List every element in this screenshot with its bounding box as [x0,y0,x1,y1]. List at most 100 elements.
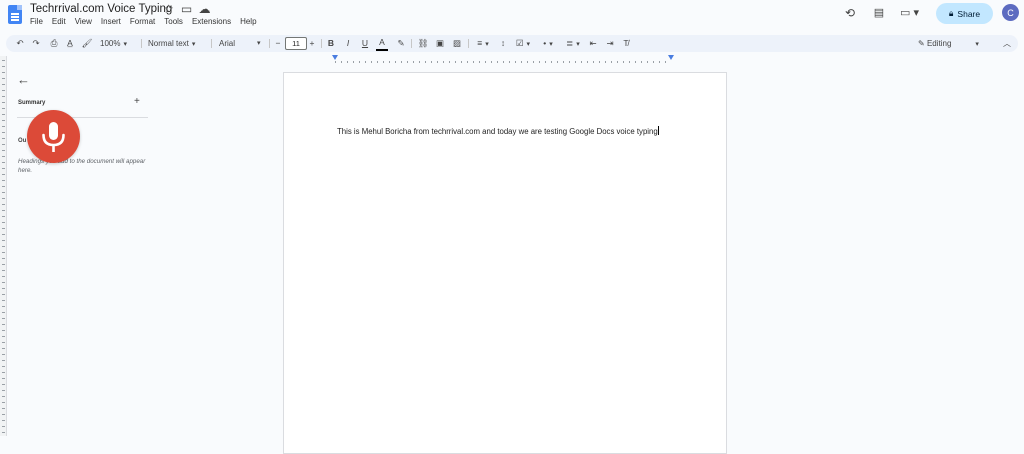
ruler-tick [2,150,5,151]
menu-tools[interactable]: Tools [164,17,183,26]
checklist-icon[interactable]: ☑ [513,35,533,52]
ruler-tick [563,61,564,63]
ruler-tick [497,61,498,63]
ruler-tick [2,378,5,379]
increase-indent-icon[interactable]: ⇥ [604,35,616,52]
docs-logo-icon[interactable] [8,5,22,24]
menu-insert[interactable]: Insert [101,17,121,26]
ruler-tick [539,61,540,63]
meet-camera-icon[interactable]: ▭ ▾ [900,6,922,20]
ruler-tick [2,228,5,229]
right-indent-marker[interactable] [668,55,674,60]
document-page[interactable]: This is Mehul Boricha from techrrival.co… [283,72,727,454]
decrease-font-size-icon[interactable]: − [272,35,284,52]
ruler-tick [2,96,5,97]
clear-formatting-icon[interactable]: T̸ [620,35,632,52]
numbered-list-icon[interactable]: ≣ [563,35,583,52]
ruler-tick [2,336,5,337]
ruler-tick [2,72,5,73]
ruler-tick [2,168,5,169]
add-comment-icon[interactable]: ▣ [434,35,446,52]
menu-format[interactable]: Format [130,17,155,26]
document-body[interactable]: This is Mehul Boricha from techrrival.co… [337,126,660,136]
document-title[interactable]: Techrrival.com Voice Typing [30,3,172,15]
underline-button[interactable]: U [359,35,371,52]
ruler-tick [629,61,630,63]
increase-font-size-icon[interactable]: + [306,35,318,52]
print-icon[interactable]: ⎙ [48,35,60,52]
avatar[interactable]: C [1002,4,1019,21]
menu-edit[interactable]: Edit [52,17,66,26]
ruler-tick [2,282,5,283]
voice-typing-mic-button[interactable] [27,110,80,163]
ruler-tick [425,61,426,63]
paint-format-icon[interactable]: 🖌︎ [81,35,93,52]
ruler-tick [413,61,414,63]
ruler-tick [443,61,444,63]
ruler-tick [557,61,558,63]
align-icon[interactable]: ≡ [473,35,493,52]
ruler-tick [503,61,504,63]
horizontal-ruler[interactable] [283,55,725,63]
font-size-input[interactable]: 11 [285,37,307,50]
move-folder-icon[interactable]: ▭ [180,3,193,16]
chevron-down-icon: ▾ [257,40,261,47]
ruler-tick [2,210,5,211]
ruler-tick [479,61,480,63]
version-history-icon[interactable]: ⟲ [843,6,857,20]
font-name: Arial [219,39,236,48]
comments-icon[interactable]: ▤ [872,6,886,20]
ruler-tick [623,61,624,63]
ruler-tick [2,270,5,271]
decrease-indent-icon[interactable]: ⇤ [587,35,599,52]
insert-image-icon[interactable]: ▨ [451,35,463,52]
bulleted-list-icon[interactable]: • [538,35,558,52]
spellcheck-icon[interactable]: A̲ [64,35,76,52]
share-button[interactable]: 🔒︎ Share [936,3,993,24]
link-icon[interactable]: ⛓ [417,35,429,52]
line-spacing-icon[interactable]: ↕ [497,35,509,52]
ruler-tick [2,408,5,409]
ruler-tick [389,61,390,63]
left-indent-marker[interactable] [332,55,338,60]
ruler-tick [587,61,588,63]
italic-button[interactable]: I [342,35,354,52]
share-label: Share [957,8,981,19]
ruler-tick [2,354,5,355]
vertical-ruler[interactable] [0,56,7,436]
ruler-tick [2,366,5,367]
menu-help[interactable]: Help [240,17,256,26]
ruler-tick [2,420,5,421]
style-select[interactable]: Normal text [148,35,195,52]
bold-button[interactable]: B [325,35,337,52]
ruler-tick [2,384,5,385]
ruler-tick [2,186,5,187]
editing-mode-select[interactable]: ✎ Editing ▾ [918,35,979,52]
ruler-tick [2,288,5,289]
ruler-tick [2,162,5,163]
text-color-button[interactable]: A [376,36,388,51]
ruler-tick [2,138,5,139]
ruler-tick [2,414,5,415]
menu-file[interactable]: File [30,17,43,26]
ruler-tick [383,61,384,63]
menu-extensions[interactable]: Extensions [192,17,231,26]
add-summary-icon[interactable]: + [134,96,140,107]
ruler-tick [455,61,456,63]
font-select[interactable]: Arial ▾ [219,35,265,52]
star-icon[interactable]: ☆ [162,3,175,16]
ruler-tick [2,372,5,373]
ruler-tick [2,198,5,199]
ruler-tick [347,61,348,63]
chevron-up-icon[interactable]: ︿ [1003,35,1011,52]
back-arrow-icon[interactable]: ← [17,72,30,87]
highlight-icon[interactable]: ✎ [395,35,407,52]
redo-icon[interactable]: ↷ [30,35,42,52]
menu-view[interactable]: View [75,17,92,26]
ruler-tick [2,342,5,343]
ruler-tick [509,61,510,63]
ruler-tick [2,78,5,79]
zoom-select[interactable]: 100% [100,35,127,52]
cloud-saved-icon[interactable]: ☁ [198,3,211,16]
undo-icon[interactable]: ↶ [14,35,26,52]
